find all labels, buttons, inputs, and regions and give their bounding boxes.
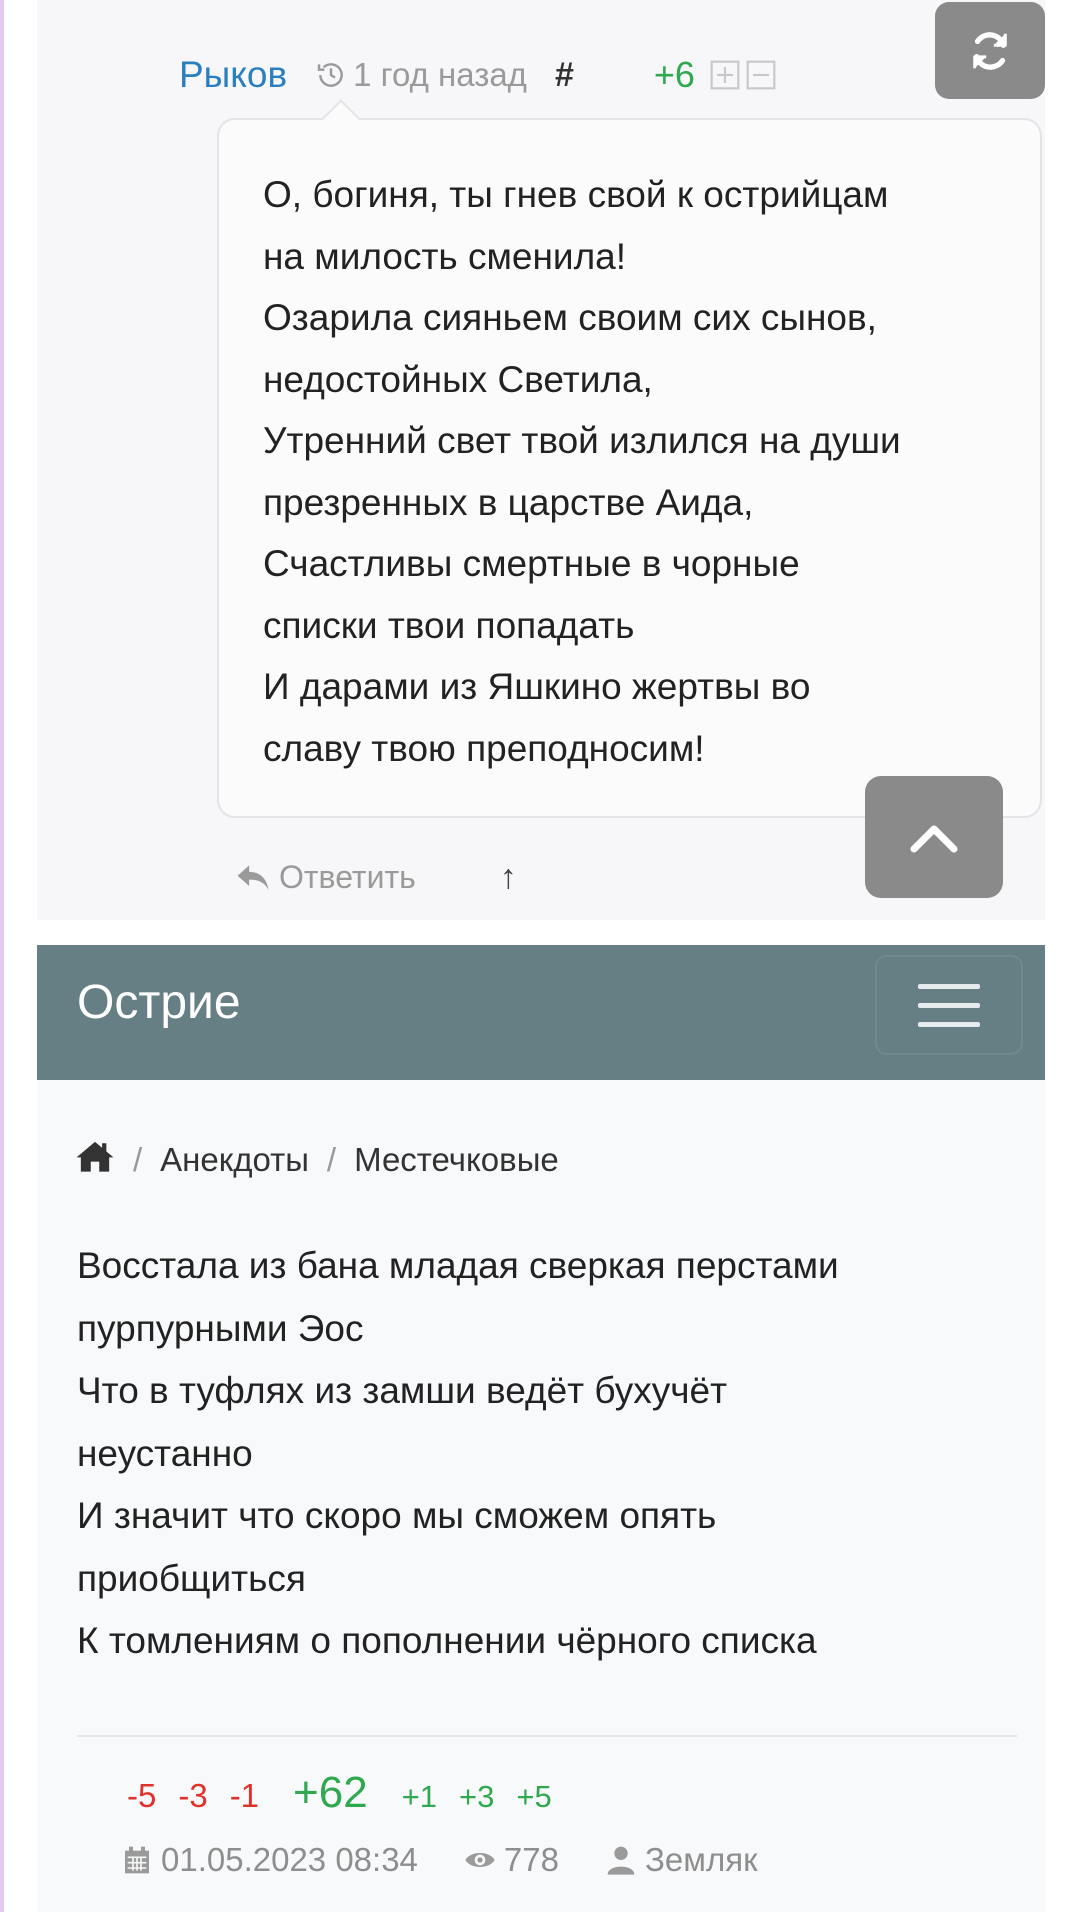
post-line: пурпурными Эос xyxy=(77,1307,364,1349)
expand-collapse-controls xyxy=(709,59,777,91)
calendar-icon xyxy=(125,1846,149,1874)
parent-comment-arrow[interactable]: ↑ xyxy=(500,858,517,897)
comment-author-link[interactable]: Рыков xyxy=(179,54,287,96)
reply-button[interactable]: Ответить xyxy=(235,859,416,896)
vote-plus-1[interactable]: +1 xyxy=(402,1779,437,1815)
breadcrumb-item-anekdoty[interactable]: Анекдоты xyxy=(160,1141,309,1179)
hamburger-icon-bar xyxy=(918,1002,980,1008)
post-author-link[interactable]: Земляк xyxy=(605,1841,758,1879)
history-icon xyxy=(317,63,343,87)
comment-line: славу твою преподносим! xyxy=(263,727,705,769)
comment-line: на милость сменила! xyxy=(263,235,627,277)
post-line: неустанно xyxy=(77,1432,253,1474)
comment-time[interactable]: 1 год назад xyxy=(315,56,527,94)
comment-score: +6 xyxy=(653,54,695,95)
comment-line: И дарами из Яшкино жертвы во xyxy=(263,666,811,707)
comment-bubble: О, богиня, ты гнев свой к острийцам на м… xyxy=(217,118,1042,818)
post-date: 01.05.2023 08:34 xyxy=(121,1841,418,1879)
vote-total: +62 xyxy=(293,1768,368,1817)
vote-plus-3[interactable]: +3 xyxy=(459,1779,494,1815)
vote-minus-3[interactable]: -3 xyxy=(178,1777,207,1815)
vote-plus-5[interactable]: +5 xyxy=(516,1779,551,1815)
post-date-text: 01.05.2023 08:34 xyxy=(161,1841,418,1878)
reply-icon xyxy=(237,865,269,890)
comment-line: Озарила сияньем своим сих сынов, xyxy=(263,297,877,338)
comment-permalink[interactable]: # xyxy=(555,56,574,95)
comment-text: О, богиня, ты гнев свой к острийцам на м… xyxy=(263,164,1023,779)
eye-icon xyxy=(465,1853,495,1867)
refresh-icon xyxy=(973,31,1007,70)
comment-line: О, богиня, ты гнев свой к острийцам xyxy=(263,174,889,215)
post-meta: 01.05.2023 08:34 778 Земляк xyxy=(121,1835,804,1885)
hamburger-icon-bar xyxy=(918,1021,980,1027)
brand-link[interactable]: Острие xyxy=(77,975,241,1030)
comment-line: Счастливы смертные в чорные xyxy=(263,543,800,584)
hamburger-icon-bar xyxy=(918,983,980,989)
post-line: приобщиться xyxy=(77,1557,306,1599)
post-line: Что в туфлях из замши ведёт бухучёт xyxy=(77,1370,728,1411)
navbar: Острие xyxy=(37,945,1045,1080)
post-views-count: 778 xyxy=(503,1841,559,1878)
left-edge-strip xyxy=(0,0,4,1912)
breadcrumb-separator: / xyxy=(326,1141,337,1178)
collapse-icon[interactable] xyxy=(745,59,777,91)
comment-line: презренных в царстве Аида, xyxy=(263,481,754,523)
vote-minus-1[interactable]: -1 xyxy=(230,1777,259,1815)
post-line: И значит что скоро мы сможем опять xyxy=(77,1495,717,1536)
post-author-name: Земляк xyxy=(644,1841,758,1878)
post-views: 778 xyxy=(464,1841,559,1879)
main-content: / Анекдоты / Местечковые Восстала из бан… xyxy=(37,1080,1045,1912)
comment-time-text: 1 год назад xyxy=(353,56,527,93)
comment-header: Рыков 1 год назад # +6 xyxy=(179,50,777,100)
comment-actions: Ответить ↑ xyxy=(235,855,517,899)
scroll-top-button[interactable] xyxy=(865,776,1003,898)
home-link[interactable] xyxy=(75,1139,115,1181)
expand-icon[interactable] xyxy=(709,59,741,91)
vote-minus-5[interactable]: -5 xyxy=(127,1777,156,1815)
comment-line: списки твои попадать xyxy=(263,604,635,646)
chevron-up-icon xyxy=(910,825,958,853)
vote-row: -5 -3 -1 +62 +1 +3 +5 xyxy=(127,1768,552,1824)
breadcrumb: / Анекдоты / Местечковые xyxy=(75,1140,559,1180)
comment-line: недостойных Светила, xyxy=(263,358,653,400)
refresh-button[interactable] xyxy=(935,2,1045,99)
breadcrumb-separator: / xyxy=(133,1141,143,1178)
comment-line: Утренний свет твой излился на души xyxy=(263,420,901,461)
user-icon xyxy=(607,1846,635,1875)
divider xyxy=(77,1735,1017,1737)
post-text: Восстала из бана младая сверкая перстами… xyxy=(77,1235,1017,1673)
post-line: Восстала из бана младая сверкая перстами xyxy=(77,1245,839,1286)
post-line: К томлениям о пополнении чёрного списка xyxy=(77,1620,817,1661)
menu-toggle-button[interactable] xyxy=(875,955,1023,1055)
reply-label: Ответить xyxy=(279,858,416,895)
breadcrumb-item-mestechkovye[interactable]: Местечковые xyxy=(354,1141,559,1179)
home-icon xyxy=(76,1141,114,1172)
